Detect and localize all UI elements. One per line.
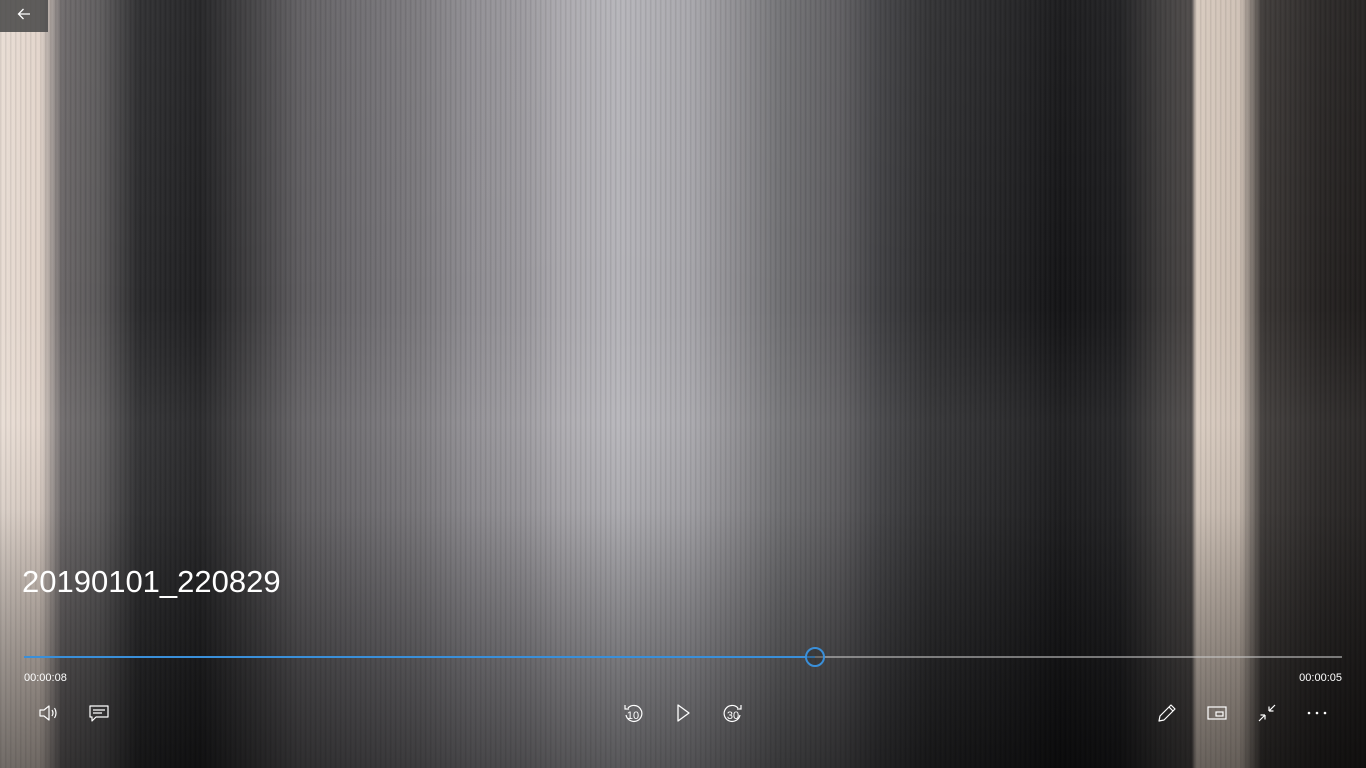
seek-bar[interactable] [24, 646, 1342, 668]
mini-view-button[interactable] [1200, 696, 1234, 730]
exit-fullscreen-icon [1256, 702, 1278, 724]
skip-forward-label: 30 [726, 710, 740, 722]
back-button[interactable] [0, 0, 48, 32]
mini-view-icon [1206, 704, 1228, 722]
arrow-left-icon [16, 6, 32, 27]
volume-button[interactable] [32, 696, 66, 730]
skip-back-button[interactable]: 10 [616, 696, 650, 730]
more-options-button[interactable] [1300, 696, 1334, 730]
play-button[interactable] [666, 696, 700, 730]
subtitles-icon [88, 703, 110, 723]
more-icon [1306, 710, 1328, 716]
skip-forward-button[interactable]: 30 [716, 696, 750, 730]
time-remaining: 00:00:05 [1299, 672, 1342, 684]
seek-progress [24, 656, 815, 658]
video-player: 20190101_220829 00:00:08 00:00:05 10 30 [0, 0, 1366, 768]
edit-button[interactable] [1150, 696, 1184, 730]
seek-thumb[interactable] [804, 647, 825, 667]
video-title: 20190101_220829 [22, 564, 281, 599]
subtitles-button[interactable] [82, 696, 116, 730]
skip-back-label: 10 [626, 710, 640, 722]
pencil-icon [1156, 702, 1178, 724]
volume-icon [38, 703, 60, 723]
play-icon [674, 703, 692, 723]
exit-fullscreen-button[interactable] [1250, 696, 1284, 730]
time-elapsed: 00:00:08 [24, 672, 67, 684]
